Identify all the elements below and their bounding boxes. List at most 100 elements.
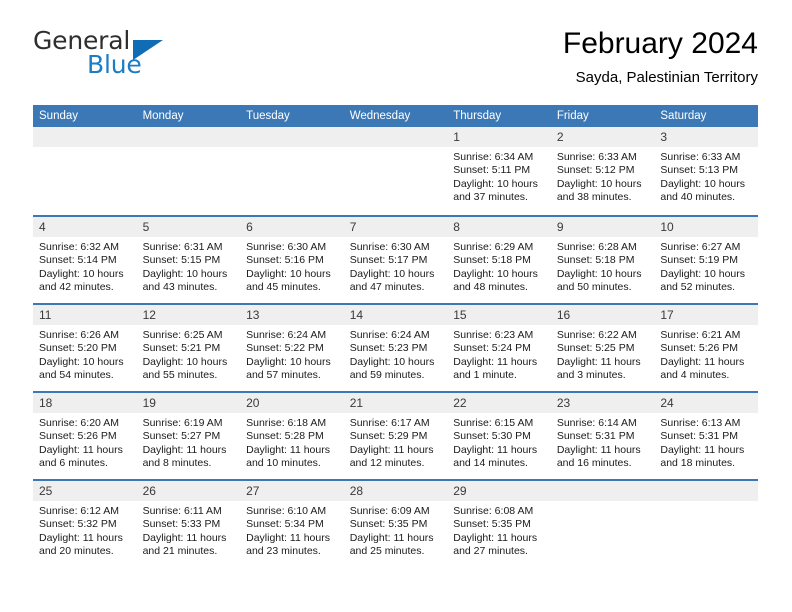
- calendar-day-cell: [136, 127, 241, 215]
- day-number: 25: [33, 481, 137, 501]
- day-number: 11: [33, 305, 137, 325]
- day-details: Sunrise: 6:17 AM Sunset: 5:29 PM Daylight:…: [344, 413, 448, 471]
- day-cell-28[interactable]: 28 Sunrise: 6:09 AM Sunset: 5:35 PM Dayligh…: [343, 479, 448, 567]
- sunrise-time: Sunrise: 6:09 AM: [349, 505, 430, 517]
- calendar-day-cell: 1 Sunrise: 6:34 AM Sunset: 5:11 PM Daylight…: [447, 127, 551, 215]
- general-blue-logo[interactable]: General Blue: [33, 28, 263, 86]
- day-cell-29[interactable]: 29 Sunrise: 6:08 AM Sunset: 5:35 PM Dayligh…: [447, 479, 551, 567]
- day-cell-empty: [550, 479, 655, 567]
- day-cell-11[interactable]: 11 Sunrise: 6:26 AM Sunset: 5:20 PM Dayligh…: [33, 303, 137, 391]
- daylight-duration: Daylight: 11 hours and 27 minutes.: [453, 531, 538, 558]
- day-cell-7[interactable]: 7 Sunrise: 6:30 AM Sunset: 5:17 PM Daylight…: [343, 215, 448, 303]
- day-number: 3: [654, 127, 758, 147]
- sunset-time: Sunset: 5:26 PM: [660, 342, 739, 355]
- day-cell-20[interactable]: 20 Sunrise: 6:18 AM Sunset: 5:28 PM Dayligh…: [240, 391, 344, 479]
- day-details: Sunrise: 6:32 AM Sunset: 5:14 PM Daylight:…: [33, 237, 137, 295]
- day-number: 24: [654, 393, 758, 413]
- sunset-time: Sunset: 5:35 PM: [453, 518, 531, 531]
- calendar-day-cell: 6 Sunrise: 6:30 AM Sunset: 5:16 PM Daylight…: [240, 215, 344, 303]
- day-details: Sunrise: 6:24 AM Sunset: 5:22 PM Daylight:…: [240, 325, 344, 383]
- day-cell-23[interactable]: 23 Sunrise: 6:14 AM Sunset: 5:31 PM Dayligh…: [550, 391, 655, 479]
- day-number: 6: [240, 217, 344, 237]
- day-cell-16[interactable]: 16 Sunrise: 6:22 AM Sunset: 5:25 PM Dayligh…: [550, 303, 655, 391]
- sunset-time: Sunset: 5:16 PM: [246, 254, 324, 267]
- weekday-header-saturday: Saturday: [654, 105, 758, 127]
- day-cell-9[interactable]: 9 Sunrise: 6:28 AM Sunset: 5:18 PM Daylight…: [550, 215, 655, 303]
- daylight-duration: Daylight: 11 hours and 18 minutes.: [660, 443, 745, 470]
- day-number: [343, 127, 448, 147]
- sunrise-time: Sunrise: 6:20 AM: [39, 417, 119, 429]
- daylight-duration: Daylight: 11 hours and 14 minutes.: [453, 443, 538, 470]
- day-cell-25[interactable]: 25 Sunrise: 6:12 AM Sunset: 5:32 PM Dayligh…: [33, 479, 137, 567]
- day-details: Sunrise: 6:23 AM Sunset: 5:24 PM Daylight:…: [447, 325, 551, 383]
- day-number: 27: [240, 481, 344, 501]
- day-number: 18: [33, 393, 137, 413]
- day-cell-13[interactable]: 13 Sunrise: 6:24 AM Sunset: 5:22 PM Dayligh…: [240, 303, 344, 391]
- day-number: 16: [550, 305, 655, 325]
- day-cell-26[interactable]: 26 Sunrise: 6:11 AM Sunset: 5:33 PM Dayligh…: [136, 479, 241, 567]
- logo-text-blue: Blue: [87, 50, 142, 79]
- day-cell-1[interactable]: 1 Sunrise: 6:34 AM Sunset: 5:11 PM Daylight…: [447, 127, 551, 215]
- weekday-header-friday: Friday: [550, 105, 655, 127]
- day-cell-empty: [33, 127, 137, 215]
- sunrise-time: Sunrise: 6:30 AM: [246, 241, 327, 253]
- daylight-duration: Daylight: 10 hours and 57 minutes.: [246, 355, 331, 382]
- day-number: 4: [33, 217, 137, 237]
- day-details: Sunrise: 6:18 AM Sunset: 5:28 PM Daylight:…: [240, 413, 344, 471]
- day-number: 17: [654, 305, 758, 325]
- day-cell-21[interactable]: 21 Sunrise: 6:17 AM Sunset: 5:29 PM Dayligh…: [343, 391, 448, 479]
- day-cell-4[interactable]: 4 Sunrise: 6:32 AM Sunset: 5:14 PM Daylight…: [33, 215, 137, 303]
- sunrise-time: Sunrise: 6:12 AM: [39, 505, 119, 517]
- day-cell-14[interactable]: 14 Sunrise: 6:24 AM Sunset: 5:23 PM Dayligh…: [343, 303, 448, 391]
- day-cell-5[interactable]: 5 Sunrise: 6:31 AM Sunset: 5:15 PM Daylight…: [136, 215, 241, 303]
- day-details: Sunrise: 6:28 AM Sunset: 5:18 PM Daylight:…: [551, 237, 655, 295]
- daylight-duration: Daylight: 11 hours and 25 minutes.: [349, 531, 434, 558]
- day-number: 10: [654, 217, 758, 237]
- day-cell-18[interactable]: 18 Sunrise: 6:20 AM Sunset: 5:26 PM Dayligh…: [33, 391, 137, 479]
- sunrise-time: Sunrise: 6:30 AM: [349, 241, 430, 253]
- sunset-time: Sunset: 5:26 PM: [39, 430, 117, 443]
- day-cell-empty: [136, 127, 241, 215]
- sunrise-time: Sunrise: 6:22 AM: [556, 329, 637, 341]
- day-cell-22[interactable]: 22 Sunrise: 6:15 AM Sunset: 5:30 PM Dayligh…: [447, 391, 551, 479]
- weekday-header-sunday: Sunday: [33, 105, 137, 127]
- daylight-duration: Daylight: 10 hours and 52 minutes.: [660, 267, 746, 294]
- weekday-header-row: Sunday Monday Tuesday Wednesday Thursday Frid…: [33, 105, 758, 127]
- sunset-time: Sunset: 5:28 PM: [246, 430, 324, 443]
- daylight-duration: Daylight: 11 hours and 1 minute.: [453, 355, 538, 382]
- sunrise-time: Sunrise: 6:17 AM: [349, 417, 430, 429]
- sunrise-time: Sunrise: 6:28 AM: [556, 241, 637, 253]
- day-cell-3[interactable]: 3 Sunrise: 6:33 AM Sunset: 5:13 PM Daylight…: [654, 127, 758, 215]
- calendar-day-cell: 19 Sunrise: 6:19 AM Sunset: 5:27 PM Dayligh…: [136, 391, 241, 479]
- day-details: Sunrise: 6:15 AM Sunset: 5:30 PM Daylight:…: [447, 413, 551, 471]
- calendar-day-cell: 24 Sunrise: 6:13 AM Sunset: 5:31 PM Dayligh…: [654, 391, 758, 479]
- daylight-duration: Daylight: 10 hours and 47 minutes.: [349, 267, 435, 294]
- day-details: Sunrise: 6:10 AM Sunset: 5:34 PM Daylight:…: [240, 501, 344, 559]
- sunset-time: Sunset: 5:31 PM: [556, 430, 635, 443]
- day-cell-19[interactable]: 19 Sunrise: 6:19 AM Sunset: 5:27 PM Dayligh…: [136, 391, 241, 479]
- day-details: Sunrise: 6:20 AM Sunset: 5:26 PM Daylight:…: [33, 413, 137, 471]
- day-cell-12[interactable]: 12 Sunrise: 6:25 AM Sunset: 5:21 PM Dayligh…: [136, 303, 241, 391]
- day-cell-8[interactable]: 8 Sunrise: 6:29 AM Sunset: 5:18 PM Daylight…: [447, 215, 551, 303]
- day-cell-24[interactable]: 24 Sunrise: 6:13 AM Sunset: 5:31 PM Dayligh…: [654, 391, 758, 479]
- sunrise-sunset-calendar: Sunday Monday Tuesday Wednesday Thursday Frid…: [33, 105, 758, 567]
- sunset-time: Sunset: 5:33 PM: [142, 518, 221, 531]
- day-cell-10[interactable]: 10 Sunrise: 6:27 AM Sunset: 5:19 PM Dayligh…: [654, 215, 758, 303]
- calendar-week-row: 11 Sunrise: 6:26 AM Sunset: 5:20 PM Dayligh…: [33, 303, 758, 391]
- day-cell-27[interactable]: 27 Sunrise: 6:10 AM Sunset: 5:34 PM Dayligh…: [240, 479, 344, 567]
- daylight-duration: Daylight: 11 hours and 10 minutes.: [246, 443, 330, 470]
- sunset-time: Sunset: 5:27 PM: [142, 430, 221, 443]
- calendar-day-cell: [654, 479, 758, 567]
- weekday-header-tuesday: Tuesday: [240, 105, 344, 127]
- sunrise-time: Sunrise: 6:33 AM: [660, 151, 741, 163]
- day-cell-15[interactable]: 15 Sunrise: 6:23 AM Sunset: 5:24 PM Dayligh…: [447, 303, 551, 391]
- day-number: 20: [240, 393, 344, 413]
- sunrise-time: Sunrise: 6:25 AM: [142, 329, 223, 341]
- weekday-header-thursday: Thursday: [447, 105, 551, 127]
- day-cell-2[interactable]: 2 Sunrise: 6:33 AM Sunset: 5:12 PM Daylight…: [550, 127, 655, 215]
- day-cell-6[interactable]: 6 Sunrise: 6:30 AM Sunset: 5:16 PM Daylight…: [240, 215, 344, 303]
- sunrise-time: Sunrise: 6:18 AM: [246, 417, 327, 429]
- calendar-day-cell: 3 Sunrise: 6:33 AM Sunset: 5:13 PM Daylight…: [654, 127, 758, 215]
- daylight-duration: Daylight: 11 hours and 3 minutes.: [556, 355, 641, 382]
- day-cell-17[interactable]: 17 Sunrise: 6:21 AM Sunset: 5:26 PM Dayligh…: [654, 303, 758, 391]
